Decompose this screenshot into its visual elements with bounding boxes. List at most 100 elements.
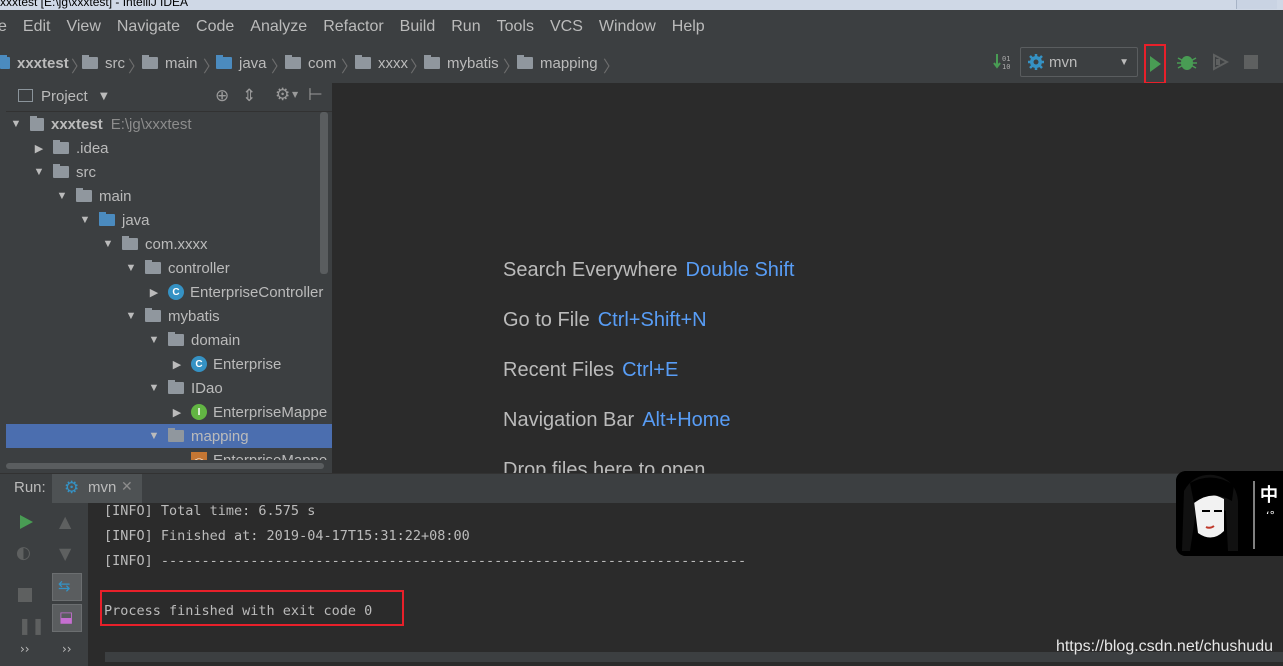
tree-item-enterprise-mapper[interactable]: ▶ I EnterpriseMappe — [6, 400, 332, 424]
more-actions-icon[interactable]: ›› — [20, 642, 30, 656]
rerun-icon[interactable] — [17, 513, 35, 531]
breadcrumb-mapping[interactable]: mapping — [517, 53, 598, 73]
tree-item-label: IDao — [191, 379, 223, 397]
folder-icon — [82, 55, 98, 69]
console-line: [INFO] ---------------------------------… — [104, 553, 747, 569]
menu-file[interactable]: e — [0, 18, 15, 36]
project-panel-title[interactable]: Project — [41, 88, 88, 105]
chevron-down-icon[interactable]: ▼ — [100, 91, 108, 102]
caret-down-icon: ▼ — [125, 262, 137, 274]
breadcrumb-mybatis[interactable]: mybatis — [424, 53, 499, 73]
scroll-to-end-button[interactable]: ⬓ — [52, 604, 82, 632]
tree-item-label: Enterprise — [213, 355, 282, 373]
tree-item-main[interactable]: ▼ main — [6, 184, 332, 208]
locate-icon[interactable]: ⊕ — [215, 86, 229, 106]
menu-analyze[interactable]: Analyze — [242, 18, 315, 36]
menu-build[interactable]: Build — [392, 18, 444, 36]
run-config-select[interactable]: mvn ▼ — [1020, 47, 1138, 77]
caret-down-icon: ▼ — [102, 238, 114, 250]
menu-tools[interactable]: Tools — [489, 18, 542, 36]
menu-code[interactable]: Code — [188, 18, 242, 36]
package-icon — [122, 236, 138, 250]
tab-mvn[interactable]: ⚙ mvn ✕ — [52, 474, 142, 504]
modify-run-config-icon[interactable]: ◐ — [16, 543, 31, 563]
stop-icon[interactable] — [18, 588, 32, 602]
soft-wrap-button[interactable]: ⇆ — [52, 573, 82, 601]
breadcrumb-project[interactable]: xxxtest — [0, 53, 69, 73]
tree-item-java[interactable]: ▼ java — [6, 208, 332, 232]
breadcrumb-com[interactable]: com — [285, 53, 336, 73]
arrow-down-icon[interactable]: ▼ — [59, 544, 71, 563]
tree-item-com-xxxx[interactable]: ▼ com.xxxx — [6, 232, 332, 256]
tree-item-label: mybatis — [168, 307, 220, 325]
tree-item-label: xxxtest — [51, 115, 103, 133]
debug-icon[interactable] — [1176, 52, 1198, 72]
run-button[interactable] — [1144, 44, 1166, 84]
tree-item-idea[interactable]: ▶ .idea — [6, 136, 332, 160]
project-tree: ▼ xxxtest E:\jg\xxxtest ▶ .idea ▼ src ▼ … — [6, 112, 332, 474]
play-icon — [1150, 56, 1161, 72]
soft-wrap-icon: ⇆ — [58, 577, 71, 595]
package-icon — [285, 55, 301, 69]
menu-navigate[interactable]: Navigate — [109, 18, 188, 36]
title-bar: xxxtest [E:\jg\xxxtest] - IntelliJ IDEA — [0, 0, 1283, 10]
stop-icon[interactable] — [1244, 55, 1258, 69]
menu-refactor[interactable]: Refactor — [315, 18, 391, 36]
exit-code-highlight — [100, 590, 404, 626]
arrow-up-icon[interactable]: ▲ — [59, 512, 71, 531]
caret-right-icon: ▶ — [34, 142, 44, 155]
build-project-icon[interactable]: 01 10 — [992, 52, 1012, 72]
window-title: xxxtest [E:\jg\xxxtest] - IntelliJ IDEA — [0, 0, 189, 9]
tree-item-path: E:\jg\xxxtest — [110, 115, 192, 133]
tree-item-enterprise[interactable]: ▶ C Enterprise — [6, 352, 332, 376]
run-panel-header: Run: ⚙ mvn ✕ — [0, 473, 1283, 504]
svg-text:01: 01 — [1002, 55, 1010, 63]
caret-down-icon: ▼ — [148, 430, 160, 442]
tree-item-src[interactable]: ▼ src — [6, 160, 332, 184]
hint-go-to-file: Go to File Ctrl+Shift+N — [503, 309, 707, 332]
tree-item-label: main — [99, 187, 132, 205]
scroll-to-end-icon: ⬓ — [59, 608, 74, 626]
hint-shortcut: Alt+Home — [642, 409, 731, 431]
pause-icon[interactable]: ❚❚ — [18, 616, 45, 635]
tree-item-idao[interactable]: ▼ IDao — [6, 376, 332, 400]
hint-drop-files: Drop files here to open — [503, 459, 705, 473]
collapse-all-icon[interactable]: ⇕ — [242, 86, 256, 106]
menu-view[interactable]: View — [58, 18, 108, 36]
console-line: [INFO] Finished at: 2019-04-17T15:31:22+… — [104, 528, 470, 544]
more-actions-icon[interactable]: ›› — [62, 642, 72, 656]
coverage-icon[interactable] — [1211, 53, 1229, 71]
breadcrumb-src[interactable]: src — [82, 53, 125, 73]
menu-vcs[interactable]: VCS — [542, 18, 591, 36]
package-icon — [145, 308, 161, 322]
tree-item-enterprise-controller[interactable]: ▶ C EnterpriseController — [6, 280, 332, 304]
avatar-text: 中 — [1260, 484, 1278, 506]
tree-item-label: EnterpriseController — [190, 283, 324, 301]
menu-run[interactable]: Run — [443, 18, 488, 36]
breadcrumb-xxxx[interactable]: xxxx — [355, 53, 408, 73]
breadcrumb-java[interactable]: java — [216, 53, 267, 73]
tree-item-controller[interactable]: ▼ controller — [6, 256, 332, 280]
breadcrumb-label: com — [308, 54, 337, 72]
menu-edit[interactable]: Edit — [15, 18, 59, 36]
breadcrumb-main[interactable]: main — [142, 53, 198, 73]
tree-item-label: java — [122, 211, 150, 229]
gear-icon[interactable]: ⚙ — [275, 85, 290, 105]
menu-window[interactable]: Window — [591, 18, 664, 36]
chevron-down-icon[interactable]: ▼ — [292, 90, 298, 99]
window-controls[interactable] — [1236, 0, 1277, 9]
caret-down-icon: ▼ — [125, 310, 137, 322]
hint-label: Navigation Bar — [503, 409, 635, 431]
tree-item-root[interactable]: ▼ xxxtest E:\jg\xxxtest — [6, 112, 332, 136]
hint-shortcut: Double Shift — [685, 259, 795, 281]
tree-item-mybatis[interactable]: ▼ mybatis — [6, 304, 332, 328]
close-icon[interactable]: ✕ — [121, 479, 133, 495]
breadcrumb-label: xxxx — [378, 54, 408, 72]
tree-item-domain[interactable]: ▼ domain — [6, 328, 332, 352]
tree-horizontal-scrollbar[interactable] — [6, 460, 332, 472]
menu-help[interactable]: Help — [664, 18, 713, 36]
tree-scrollbar[interactable] — [320, 112, 328, 274]
hint-shortcut: Ctrl+E — [622, 359, 679, 381]
hide-panel-icon[interactable]: ⊢ — [308, 85, 323, 105]
tree-item-mapping[interactable]: ▼ mapping — [6, 424, 332, 448]
